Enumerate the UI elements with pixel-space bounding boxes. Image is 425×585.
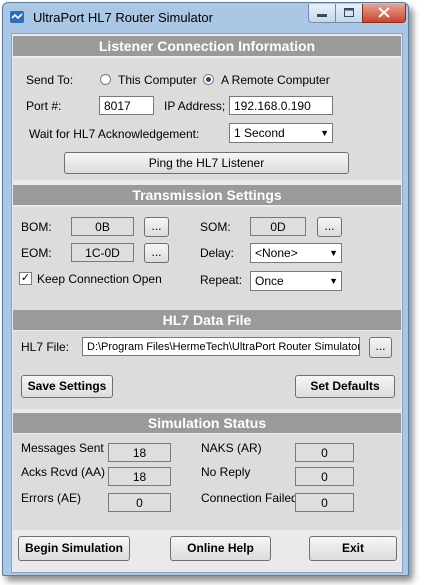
send-to-label: Send To: bbox=[26, 73, 74, 87]
keep-connection-label[interactable]: Keep Connection Open bbox=[37, 272, 162, 286]
status-panel: Messages Sent 18 Acks Rcvd (AA) 18 Error… bbox=[13, 434, 401, 530]
chevron-down-icon: ▼ bbox=[329, 248, 338, 258]
radio-remote-computer[interactable] bbox=[203, 74, 214, 85]
datafile-panel: HL7 File: D:\Program Files\HermeTech\Ult… bbox=[13, 331, 401, 409]
listener-header: Listener Connection Information bbox=[13, 36, 401, 56]
hl7-file-input[interactable]: D:\Program Files\HermeTech\UltraPort Rou… bbox=[82, 337, 360, 356]
transmission-header: Transmission Settings bbox=[13, 185, 401, 205]
delay-select[interactable]: <None> ▼ bbox=[250, 243, 342, 263]
som-value: 0D bbox=[250, 217, 306, 236]
ip-address-input[interactable]: 192.168.0.190 bbox=[229, 96, 333, 115]
eom-value: 1C-0D bbox=[71, 243, 134, 262]
save-settings-button[interactable]: Save Settings bbox=[21, 375, 113, 398]
wait-ack-select[interactable]: 1 Second ▼ bbox=[229, 123, 333, 143]
wait-ack-label: Wait for HL7 Acknowledgement: bbox=[29, 127, 200, 141]
transmission-panel: BOM: 0B ... SOM: 0D ... EOM: 1C-0D ... D… bbox=[13, 207, 401, 325]
app-window: UltraPort HL7 Router Simulator Listener … bbox=[2, 2, 409, 576]
title-bar[interactable]: UltraPort HL7 Router Simulator bbox=[3, 3, 408, 31]
chevron-down-icon: ▼ bbox=[320, 128, 329, 138]
wait-ack-value: 1 Second bbox=[234, 126, 285, 140]
ip-label: IP Address; bbox=[164, 99, 226, 113]
begin-simulation-button[interactable]: Begin Simulation bbox=[18, 536, 130, 561]
close-button[interactable] bbox=[362, 4, 406, 23]
client-area: Listener Connection Information Send To:… bbox=[11, 33, 403, 573]
minimize-button[interactable] bbox=[308, 4, 336, 23]
repeat-label: Repeat: bbox=[200, 273, 243, 287]
ping-listener-button[interactable]: Ping the HL7 Listener bbox=[64, 152, 349, 174]
online-help-button[interactable]: Online Help bbox=[170, 536, 271, 561]
keep-connection-checkbox[interactable]: ✓ bbox=[19, 272, 32, 285]
browse-file-button[interactable]: ... bbox=[369, 337, 392, 358]
port-label: Port #: bbox=[26, 99, 62, 113]
no-reply-label: No Reply bbox=[201, 465, 251, 479]
close-icon bbox=[378, 7, 390, 18]
som-label: SOM: bbox=[200, 220, 231, 234]
delay-value: <None> bbox=[255, 246, 298, 260]
radio-this-computer[interactable] bbox=[100, 74, 111, 85]
connection-failed-label: Connection Failed bbox=[201, 491, 298, 505]
delay-label: Delay: bbox=[200, 246, 235, 260]
listener-panel: Send To: This Computer A Remote Computer… bbox=[13, 58, 401, 180]
datafile-header: HL7 Data File bbox=[13, 310, 401, 330]
errors-value: 0 bbox=[108, 493, 171, 512]
repeat-select[interactable]: Once ▼ bbox=[250, 271, 342, 291]
status-header: Simulation Status bbox=[13, 413, 401, 433]
set-defaults-button[interactable]: Set Defaults bbox=[295, 375, 395, 398]
bom-value: 0B bbox=[71, 217, 134, 236]
radio-this-computer-label[interactable]: This Computer bbox=[118, 73, 197, 87]
som-edit-button[interactable]: ... bbox=[317, 217, 342, 237]
minimize-icon bbox=[317, 14, 327, 17]
bom-edit-button[interactable]: ... bbox=[144, 217, 169, 237]
no-reply-value: 0 bbox=[295, 467, 354, 486]
maximize-icon bbox=[344, 8, 354, 17]
connection-failed-value: 0 bbox=[295, 493, 354, 512]
radio-remote-computer-label[interactable]: A Remote Computer bbox=[221, 73, 330, 87]
maximize-button[interactable] bbox=[335, 4, 363, 23]
exit-button[interactable]: Exit bbox=[309, 536, 397, 561]
hl7-file-label: HL7 File: bbox=[21, 340, 70, 354]
acks-value: 18 bbox=[108, 467, 171, 486]
app-icon bbox=[9, 9, 25, 25]
acks-label: Acks Rcvd (AA) bbox=[21, 465, 106, 479]
eom-edit-button[interactable]: ... bbox=[144, 243, 169, 263]
port-input[interactable]: 8017 bbox=[99, 96, 154, 115]
window-title: UltraPort HL7 Router Simulator bbox=[33, 10, 213, 25]
bom-label: BOM: bbox=[21, 220, 52, 234]
errors-label: Errors (AE) bbox=[21, 491, 81, 505]
repeat-value: Once bbox=[255, 274, 284, 288]
eom-label: EOM: bbox=[21, 246, 52, 260]
naks-label: NAKS (AR) bbox=[201, 441, 262, 455]
messages-sent-label: Messages Sent bbox=[21, 441, 104, 455]
naks-value: 0 bbox=[295, 443, 354, 462]
messages-sent-value: 18 bbox=[108, 443, 171, 462]
chevron-down-icon: ▼ bbox=[329, 276, 338, 286]
